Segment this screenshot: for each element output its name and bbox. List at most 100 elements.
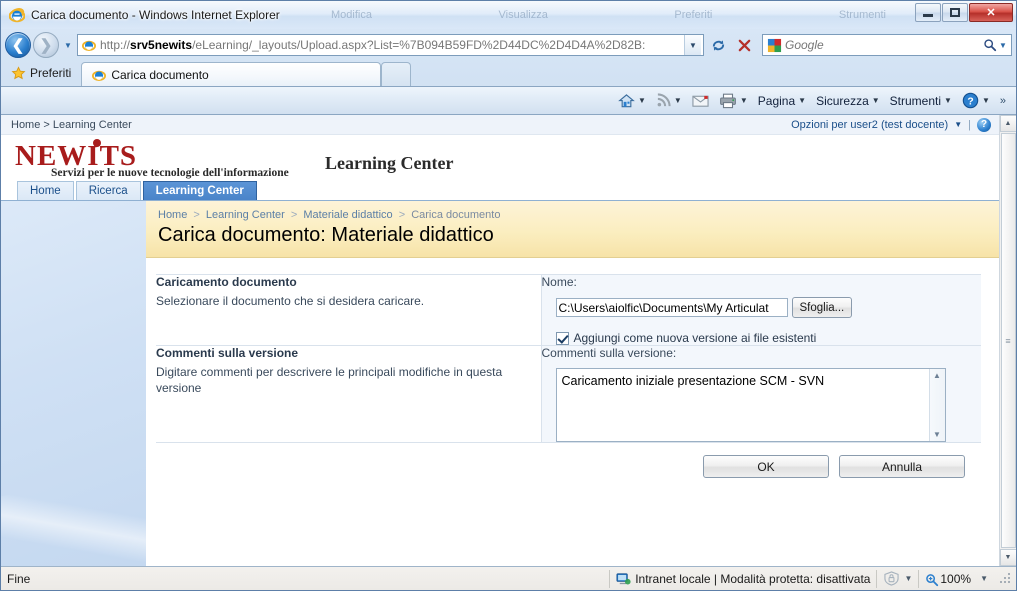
page-scrollbar[interactable]: ▲ ▼	[999, 115, 1016, 566]
breadcrumb-materiale-didattico[interactable]: Materiale didattico	[303, 209, 392, 221]
zoom-caret-icon[interactable]: ▼	[980, 574, 988, 583]
url-host: srv5newits	[130, 38, 193, 52]
breadcrumb-carica-documento: Carica documento	[411, 209, 501, 221]
textarea-scroll-up-icon[interactable]: ▲	[933, 371, 941, 380]
menu-pagina[interactable]: Pagina ▼	[754, 90, 810, 112]
print-caret-icon[interactable]: ▼	[740, 96, 748, 105]
scroll-down-button[interactable]: ▼	[999, 549, 1016, 566]
scroll-thumb[interactable]	[1000, 133, 1016, 548]
pagina-caret-icon[interactable]: ▼	[798, 96, 806, 105]
page-title-band: Home > Learning Center > Materiale didat…	[146, 201, 999, 258]
mail-button[interactable]	[688, 90, 713, 112]
cancel-button[interactable]: Annulla	[839, 455, 965, 478]
browser-tab[interactable]: Carica documento	[81, 62, 382, 86]
sidebar-item-learning-center[interactable]: Learning Center	[142, 181, 257, 200]
help-caret-icon[interactable]: ▼	[982, 96, 990, 105]
new-tab-button[interactable]	[381, 62, 412, 86]
main-content: Home > Learning Center > Materiale didat…	[146, 201, 999, 566]
version-comments-textarea[interactable]: Caricamento iniziale presentazione SCM -…	[556, 369, 929, 441]
scroll-up-button[interactable]: ▲	[999, 115, 1016, 132]
home-caret-icon[interactable]: ▼	[638, 96, 646, 105]
browse-button[interactable]: Sfoglia...	[791, 297, 853, 318]
page-content: Home > Learning Center Opzioni per user2…	[1, 115, 999, 566]
form-row-commenti-labels: Commenti sulla versione Digitare comment…	[156, 345, 542, 443]
section-label-caricamento: Caricamento documento	[156, 275, 297, 289]
overwrite-checkbox-label: Aggiungi come nuova versione ai file esi…	[573, 331, 817, 345]
search-icon[interactable]	[983, 38, 997, 52]
security-zone[interactable]: Intranet locale | Modalità protetta: dis…	[610, 569, 876, 589]
site-body: Home > Learning Center > Materiale didat…	[1, 201, 999, 566]
page-favicon-icon	[82, 38, 96, 52]
site-breadcrumb-learning-center[interactable]: Learning Center	[53, 119, 132, 131]
google-icon	[767, 38, 782, 53]
star-icon	[11, 65, 26, 81]
title-bar: Carica documento - Windows Internet Expl…	[1, 1, 1016, 29]
breadcrumb-home[interactable]: Home	[158, 209, 187, 221]
minimize-button[interactable]	[915, 3, 941, 22]
svg-text:?: ?	[967, 96, 973, 107]
protected-mode-caret-icon[interactable]: ▼	[904, 574, 912, 583]
forward-button[interactable]: ❯	[33, 32, 59, 58]
favorites-button[interactable]: Preferiti	[7, 62, 81, 84]
search-box[interactable]: Google ▼	[762, 34, 1012, 56]
overwrite-checkbox-row[interactable]: Aggiungi come nuova versione ai file esi…	[555, 331, 982, 345]
user-options-menu[interactable]: Opzioni per user2 (test docente)	[791, 119, 948, 131]
breadcrumb-sep-3: >	[398, 209, 406, 221]
home-button[interactable]: ▼	[614, 90, 650, 112]
feeds-caret-icon[interactable]: ▼	[674, 96, 682, 105]
stop-button[interactable]	[732, 33, 756, 57]
search-provider-dropdown-icon[interactable]: ▼	[997, 36, 1009, 54]
textarea-scrollbar[interactable]: ▲ ▼	[928, 369, 945, 441]
window-controls: ✕	[915, 3, 1013, 22]
menu-pagina-label: Pagina	[757, 93, 796, 108]
global-bar-separator: |	[968, 118, 971, 131]
menu-strumenti-label: Strumenti	[889, 93, 942, 108]
protected-mode-indicator[interactable]: ▼	[877, 569, 918, 589]
commandbar-overflow[interactable]: »	[996, 90, 1010, 112]
recent-pages-dropdown-icon[interactable]: ▼	[61, 32, 75, 58]
sicurezza-caret-icon[interactable]: ▼	[872, 96, 880, 105]
close-button[interactable]: ✕	[969, 3, 1013, 22]
page-viewport: Home > Learning Center Opzioni per user2…	[1, 115, 1016, 566]
site-breadcrumb-home[interactable]: Home	[11, 119, 40, 131]
overwrite-checkbox[interactable]	[555, 331, 569, 345]
menu-sicurezza-label: Sicurezza	[816, 93, 869, 108]
feeds-button[interactable]: ▼	[652, 90, 686, 112]
file-picker-row: Sfoglia...	[555, 297, 982, 318]
menu-strumenti[interactable]: Strumenti ▼	[886, 90, 956, 112]
address-bar[interactable]: http://srv5newits/eLearning/_layouts/Upl…	[77, 34, 704, 56]
field-label-commenti: Commenti sulla versione:	[541, 346, 677, 360]
favorites-label: Preferiti	[30, 66, 72, 80]
resize-grip[interactable]	[994, 569, 1016, 589]
site-logo[interactable]: NEWITS Servizi per le nuove tecnologie d…	[15, 139, 325, 179]
search-input[interactable]: Google	[781, 38, 983, 52]
section-desc-caricamento: Selezionare il documento che si desidera…	[156, 294, 425, 308]
sharepoint-help-icon[interactable]: ?	[977, 117, 991, 132]
user-options-caret-icon[interactable]: ▼	[954, 120, 962, 129]
site-title: Learning Center	[325, 153, 454, 173]
address-url: http://srv5newits/eLearning/_layouts/Upl…	[100, 38, 684, 52]
ok-button[interactable]: OK	[703, 455, 829, 478]
breadcrumb-learning-center[interactable]: Learning Center	[206, 209, 285, 221]
refresh-button[interactable]	[706, 33, 730, 57]
site-breadcrumb-sep: >	[43, 118, 50, 131]
address-dropdown-icon[interactable]: ▼	[684, 35, 701, 55]
menu-sicurezza[interactable]: Sicurezza ▼	[812, 90, 884, 112]
sidebar-item-ricerca[interactable]: Ricerca	[75, 181, 141, 200]
back-button[interactable]: ❮	[5, 32, 31, 58]
strumenti-caret-icon[interactable]: ▼	[944, 96, 952, 105]
browser-window: Carica documento - Windows Internet Expl…	[0, 0, 1017, 591]
site-top-navigation: Home Ricerca Learning Center	[1, 181, 999, 201]
textarea-scroll-down-icon[interactable]: ▼	[933, 430, 941, 439]
form-row-commenti: Commenti sulla versione Digitare comment…	[156, 345, 981, 443]
help-button[interactable]: ? ▼	[958, 90, 994, 112]
ghost-menu-item-preferiti: Preferiti	[674, 9, 713, 21]
page-title: Carica documento: Materiale didattico	[158, 224, 494, 246]
form-row-caricamento: Caricamento documento Selezionare il doc…	[156, 274, 982, 346]
file-path-input[interactable]	[555, 298, 788, 317]
version-comments-wrapper: Caricamento iniziale presentazione SCM -…	[555, 368, 946, 442]
print-button[interactable]: ▼	[715, 90, 752, 112]
restore-button[interactable]	[942, 3, 968, 22]
sidebar-item-home[interactable]: Home	[17, 181, 74, 200]
zoom-control[interactable]: 100% ▼	[919, 569, 994, 589]
